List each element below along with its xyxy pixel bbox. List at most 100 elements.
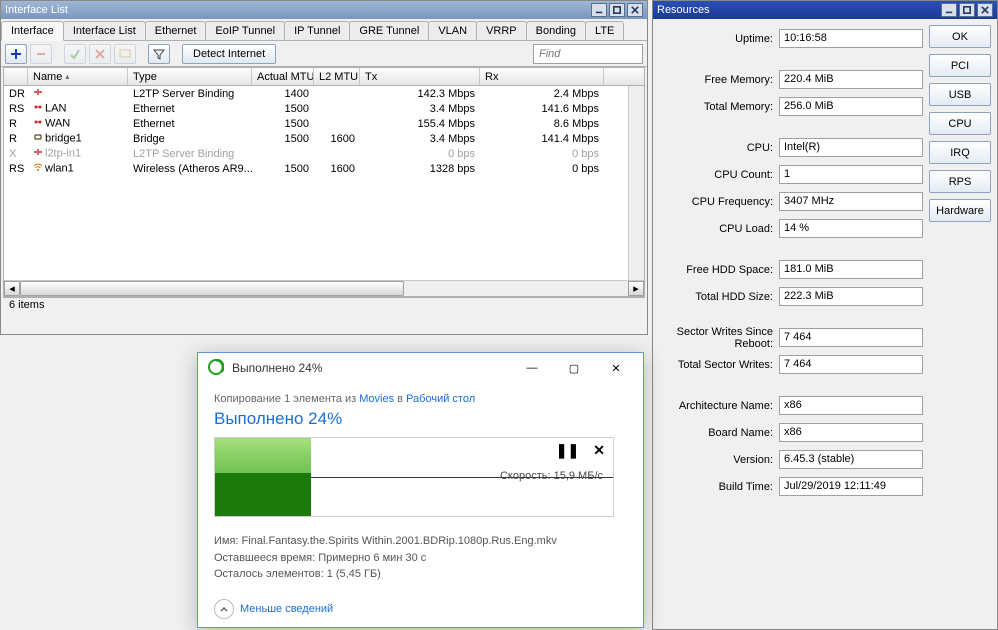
minimize-button[interactable]: — <box>515 357 549 379</box>
column-header[interactable]: L2 MTU <box>314 68 360 85</box>
scroll-thumb[interactable] <box>20 281 404 296</box>
table-row[interactable]: RSwlan1Wireless (Atheros AR9...150016001… <box>4 161 644 176</box>
hardware-button[interactable]: Hardware <box>929 199 991 222</box>
minimize-button[interactable] <box>591 3 607 17</box>
copy-name-label: Имя: <box>214 535 242 547</box>
tab-ip-tunnel[interactable]: IP Tunnel <box>284 21 350 40</box>
resources-titlebar[interactable]: Resources <box>653 1 997 19</box>
chevron-up-icon <box>214 599 234 619</box>
column-header[interactable]: Actual MTU <box>252 68 314 85</box>
usb-button[interactable]: USB <box>929 83 991 106</box>
copy-dst-link[interactable]: Рабочий стол <box>406 393 475 405</box>
resource-label: Free Memory: <box>659 74 779 86</box>
close-button[interactable] <box>627 3 643 17</box>
disable-button[interactable] <box>89 44 111 64</box>
resource-row: Total Memory:256.0 MiB <box>659 93 923 120</box>
cell: L2TP Server Binding <box>128 88 252 100</box>
interface-list-window: Interface List InterfaceInterface ListEt… <box>0 0 648 335</box>
maximize-button[interactable]: ▢ <box>557 357 591 379</box>
table-row[interactable]: RWANEthernet1500155.4 Mbps8.6 Mbps <box>4 116 644 131</box>
resource-value: 1 <box>779 165 923 184</box>
column-header[interactable]: Type <box>128 68 252 85</box>
tab-eoip-tunnel[interactable]: EoIP Tunnel <box>205 21 285 40</box>
column-header[interactable]: Tx <box>360 68 480 85</box>
table-row[interactable]: DRL2TP Server Binding1400142.3 Mbps2.4 M… <box>4 86 644 101</box>
copy-src-link[interactable]: Movies <box>359 393 394 405</box>
pause-button[interactable]: ❚❚ <box>556 442 579 459</box>
copy-info-mid: в <box>394 393 406 405</box>
remove-button[interactable] <box>30 44 52 64</box>
resource-value: x86 <box>779 396 923 415</box>
scroll-right-icon[interactable]: ▸ <box>628 281 644 296</box>
tab-lte[interactable]: LTE <box>585 21 624 40</box>
copy-speed: Скорость: 15,9 МБ/с <box>500 468 603 482</box>
wlan-icon <box>33 162 45 175</box>
scroll-left-icon[interactable]: ◂ <box>4 281 20 296</box>
detect-internet-button[interactable]: Detect Internet <box>182 44 276 64</box>
enable-button[interactable] <box>64 44 86 64</box>
cell <box>28 87 128 100</box>
tab-vlan[interactable]: VLAN <box>428 21 477 40</box>
close-button[interactable] <box>977 3 993 17</box>
copy-dialog-header[interactable]: Выполнено 24% — ▢ ✕ <box>198 353 643 383</box>
copy-info-prefix: Копирование 1 элемента из <box>214 393 359 405</box>
copy-items-label: Осталось элементов: <box>214 568 327 580</box>
copy-dialog-title: Выполнено 24% <box>232 361 507 375</box>
table-row[interactable]: RSLANEthernet15003.4 Mbps141.6 Mbps <box>4 101 644 116</box>
interface-list-titlebar[interactable]: Interface List <box>1 1 647 19</box>
resource-label: Sector Writes Since Reboot: <box>659 326 779 350</box>
less-details-toggle[interactable]: Меньше сведений <box>214 599 627 619</box>
tab-interface-list[interactable]: Interface List <box>63 21 146 40</box>
resource-label: Board Name: <box>659 427 779 439</box>
resource-value: 220.4 MiB <box>779 70 923 89</box>
cell: 3.4 Mbps <box>360 103 480 115</box>
tab-ethernet[interactable]: Ethernet <box>145 21 207 40</box>
column-header[interactable]: Rx <box>480 68 604 85</box>
pci-button[interactable]: PCI <box>929 54 991 77</box>
minimize-button[interactable] <box>941 3 957 17</box>
resource-row: CPU Load:14 % <box>659 215 923 242</box>
tab-interface[interactable]: Interface <box>1 21 64 41</box>
cell: R <box>4 133 28 145</box>
rps-button[interactable]: RPS <box>929 170 991 193</box>
resource-value: 7 464 <box>779 328 923 347</box>
cell: Ethernet <box>128 118 252 130</box>
resource-row: CPU Count:1 <box>659 161 923 188</box>
cpu-button[interactable]: CPU <box>929 112 991 135</box>
close-button[interactable]: ✕ <box>599 357 633 379</box>
resource-label: Version: <box>659 454 779 466</box>
cell: 0 bps <box>480 163 604 175</box>
filter-button[interactable] <box>148 44 170 64</box>
resources-side-buttons: OK PCI USB CPU IRQ RPS Hardware <box>929 25 991 500</box>
cell: 0 bps <box>480 148 604 160</box>
cell: 1500 <box>252 133 314 145</box>
resources-table: Uptime:10:16:58Free Memory:220.4 MiBTota… <box>659 25 923 500</box>
tab-vrrp[interactable]: VRRP <box>476 21 527 40</box>
maximize-button[interactable] <box>959 3 975 17</box>
tab-bonding[interactable]: Bonding <box>526 21 586 40</box>
copy-speed-graph: ❚❚ ✕ Скорость: 15,9 МБ/с <box>214 437 614 517</box>
column-header[interactable]: Name▴ <box>28 68 128 85</box>
hscrollbar[interactable]: ◂ ▸ <box>4 280 644 296</box>
maximize-button[interactable] <box>609 3 625 17</box>
resource-row: Board Name:x86 <box>659 419 923 446</box>
vscrollbar[interactable] <box>628 86 644 280</box>
l2tp-icon <box>33 87 45 100</box>
column-header[interactable] <box>4 68 28 85</box>
add-button[interactable] <box>5 44 27 64</box>
table-row[interactable]: Xl2tp-in1L2TP Server Binding0 bps0 bps <box>4 146 644 161</box>
cancel-button[interactable]: ✕ <box>593 442 605 459</box>
table-row[interactable]: Rbridge1Bridge150016003.4 Mbps141.4 Mbps <box>4 131 644 146</box>
cell: wlan1 <box>28 162 128 175</box>
tab-gre-tunnel[interactable]: GRE Tunnel <box>349 21 429 40</box>
cell: 1328 bps <box>360 163 480 175</box>
cell: WAN <box>28 117 128 130</box>
comment-button[interactable] <box>114 44 136 64</box>
resource-label: Architecture Name: <box>659 400 779 412</box>
copy-details: Имя: Final.Fantasy.the.Spirits Within.20… <box>214 533 627 583</box>
find-input[interactable] <box>533 44 643 64</box>
resource-row: Free Memory:220.4 MiB <box>659 66 923 93</box>
irq-button[interactable]: IRQ <box>929 141 991 164</box>
br-icon <box>33 132 45 145</box>
ok-button[interactable]: OK <box>929 25 991 48</box>
